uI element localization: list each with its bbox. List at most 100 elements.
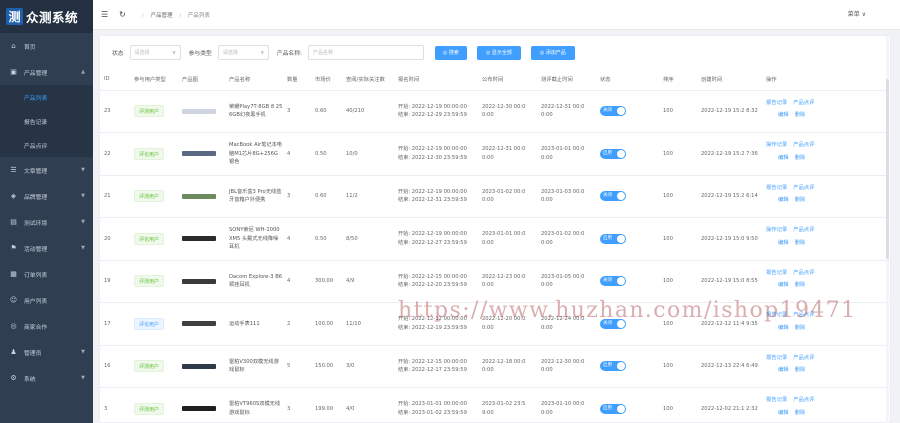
sidebar-item[interactable]: ◈ 品牌管理 ▼	[0, 183, 93, 209]
product-thumbnail[interactable]	[182, 406, 216, 412]
sidebar-item[interactable]: ⚙ 系统 ▼	[0, 365, 93, 391]
status-toggle[interactable]: 启用	[600, 233, 626, 244]
status-toggle[interactable]: 关闭	[600, 106, 626, 117]
status-toggle[interactable]: 启用	[600, 403, 626, 414]
signup-start: 开始: 2023-01-01 00:00:00	[398, 401, 467, 408]
status-toggle[interactable]: 关闭	[600, 318, 626, 329]
toggle-knob	[617, 404, 625, 413]
menu-toggle-icon[interactable]: ☰	[101, 10, 108, 19]
cell-actions: 操作记录 产品点评编辑 删除	[762, 132, 892, 176]
edit-link[interactable]: 编辑	[778, 155, 789, 161]
app-logo[interactable]: 测 众测系统	[0, 0, 93, 33]
delete-link[interactable]: 删除	[795, 197, 806, 203]
cell-product-name: SONY索尼 WH-1000XM5 头戴式无线降噪耳机	[225, 217, 283, 261]
product-thumbnail[interactable]	[182, 363, 216, 369]
vertical-scrollbar[interactable]	[886, 36, 889, 423]
report-record-link[interactable]: 报告记录	[766, 270, 787, 276]
status-toggle[interactable]: 启用	[600, 361, 626, 372]
sidebar-subitem[interactable]: 报告记录	[0, 109, 93, 133]
status-toggle[interactable]: 启用	[600, 148, 626, 159]
breadcrumb-item-product-management[interactable]: 产品管理	[150, 13, 172, 19]
delete-link[interactable]: 删除	[795, 410, 806, 416]
sidebar-item[interactable]: ☺ 用户列表	[0, 287, 93, 313]
column-header: 市场价	[311, 69, 342, 91]
cell-price: 199.00	[311, 387, 342, 423]
product-thumbnail[interactable]	[182, 236, 216, 242]
product-name-label: 产品名称:	[276, 51, 302, 57]
sidebar-item[interactable]: ▦ 订单列表	[0, 261, 93, 287]
delete-link[interactable]: 删除	[795, 325, 806, 331]
cell-price: 0.60	[311, 90, 342, 133]
product-review-link[interactable]: 产品点评	[793, 100, 814, 106]
signup-start: 开始: 2022-12-19 00:00:00	[398, 146, 467, 153]
product-review-link[interactable]: 产品点评	[793, 227, 814, 233]
report-record-link[interactable]: 报告记录	[766, 355, 787, 361]
sidebar-item[interactable]: ♟ 管理员 ▼	[0, 339, 93, 365]
cell-product-name: 运动手表111	[225, 302, 283, 346]
report-record-link[interactable]: 报告记录	[766, 185, 787, 191]
tag-icon: ◈	[10, 192, 17, 200]
sidebar-item[interactable]: ⌂ 首页	[0, 33, 93, 59]
edit-link[interactable]: 编辑	[778, 325, 789, 331]
cell-product-name: 雷柏VT960S双模无线游戏鼠标	[225, 387, 283, 423]
signup-end: 结束: 2023-01-02 23:59:59	[398, 409, 467, 416]
edit-link[interactable]: 编辑	[778, 240, 789, 246]
sidebar-item[interactable]: ▣ 产品管理 ▲	[0, 59, 93, 85]
report-record-link[interactable]: 操作记录	[766, 227, 787, 233]
product-review-link[interactable]: 产品点评	[793, 397, 814, 403]
refresh-icon[interactable]: ↻	[119, 10, 126, 19]
status-toggle[interactable]: 关闭	[600, 191, 626, 202]
cell-quantity: 3	[283, 90, 311, 133]
type-select[interactable]: 请选择 ▼	[217, 45, 269, 60]
product-review-link[interactable]: 产品点评	[793, 185, 814, 191]
edit-link[interactable]: 编辑	[778, 282, 789, 288]
product-review-link[interactable]: 产品点评	[793, 312, 814, 318]
delete-link[interactable]: 删除	[795, 112, 806, 118]
cell-signup-time: 开始: 2022-12-15 00:00:00 结束: 2022-12-20 23…	[394, 260, 478, 303]
sidebar-item[interactable]: ▤ 测试环境 ▼	[0, 209, 93, 235]
edit-link[interactable]: 编辑	[778, 367, 789, 373]
edit-link[interactable]: 编辑	[778, 410, 789, 416]
user-menu[interactable]: 菜单 ∨	[848, 9, 866, 18]
product-review-link[interactable]: 产品点评	[793, 142, 814, 148]
product-thumbnail[interactable]	[182, 321, 216, 327]
edit-link[interactable]: 编辑	[778, 112, 789, 118]
delete-link[interactable]: 删除	[795, 155, 806, 161]
cell-created-time: 2022-12-19 15:0 9:50	[697, 217, 762, 261]
delete-link[interactable]: 删除	[795, 240, 806, 246]
cell-signup-time: 开始: 2022-12-15 00:00:00 结束: 2022-12-17 23…	[394, 345, 478, 388]
search-button[interactable]: ◎ 搜索	[434, 45, 467, 60]
product-thumbnail[interactable]	[182, 278, 216, 284]
status-toggle-label: 启用	[603, 150, 612, 156]
show-all-button[interactable]: ◎ 显示全部	[476, 45, 521, 60]
product-thumbnail[interactable]	[182, 193, 216, 199]
product-name-input[interactable]: 产品名称	[307, 45, 424, 60]
status-select[interactable]: 请选择 ▼	[129, 45, 181, 60]
report-record-link[interactable]: 报告记录	[766, 397, 787, 403]
product-thumbnail[interactable]	[182, 108, 216, 114]
product-thumbnail[interactable]	[182, 151, 216, 157]
cell-created-time: 2022-12-19 15:2 8:32	[697, 90, 762, 133]
report-record-link[interactable]: 报告记录	[766, 100, 787, 106]
cell-sort: 100	[659, 302, 697, 346]
sidebar-item[interactable]: ◎ 商家合作	[0, 313, 93, 339]
cell-status: 关闭	[596, 260, 659, 303]
cell-views: 11/10	[342, 302, 394, 346]
sidebar-item[interactable]: ☰ 文章管理 ▼	[0, 157, 93, 183]
delete-link[interactable]: 删除	[795, 367, 806, 373]
delete-link[interactable]: 删除	[795, 282, 806, 288]
sidebar-item-label: 系统	[24, 376, 36, 383]
sidebar-item[interactable]: ⚑ 活动管理 ▼	[0, 235, 93, 261]
cell-user-type: 评测用户	[130, 260, 178, 303]
status-toggle[interactable]: 关闭	[600, 276, 626, 287]
scrollbar-thumb[interactable]	[886, 79, 889, 259]
product-review-link[interactable]: 产品点评	[793, 270, 814, 276]
report-record-link[interactable]: 报告记录	[766, 312, 787, 318]
sidebar-subitem[interactable]: 产品列表	[0, 85, 93, 109]
product-review-link[interactable]: 产品点评	[793, 355, 814, 361]
cell-product-image	[178, 260, 225, 303]
sidebar-subitem[interactable]: 产品点评	[0, 133, 93, 157]
add-product-button[interactable]: ◎ 添加产品	[530, 45, 575, 60]
report-record-link[interactable]: 操作记录	[766, 142, 787, 148]
edit-link[interactable]: 编辑	[778, 197, 789, 203]
